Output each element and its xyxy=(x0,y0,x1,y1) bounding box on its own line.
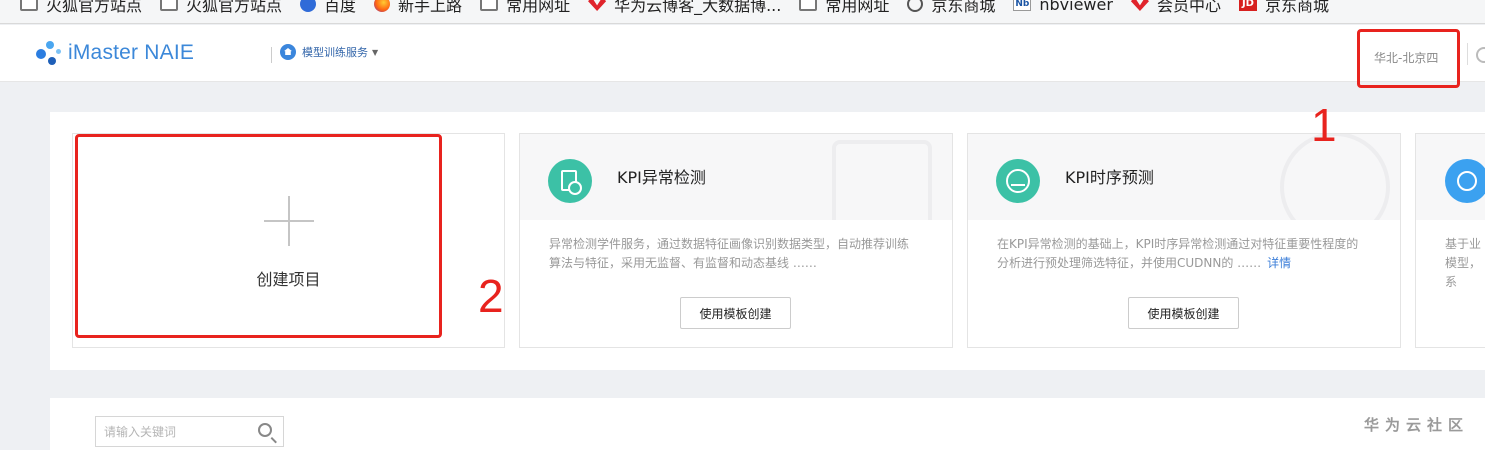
folder-icon xyxy=(160,0,179,11)
bookmark-label: 京东商城 xyxy=(931,0,996,15)
caret-down-icon: ▼ xyxy=(372,47,379,57)
document-watermark-icon xyxy=(832,140,932,220)
jd-icon: JD xyxy=(1238,0,1257,11)
template-description: 基于业 模型，系 xyxy=(1445,237,1482,289)
details-link[interactable]: 详情 xyxy=(1267,256,1291,270)
bookmark-label: 新手上路 xyxy=(398,0,463,15)
logo-text: iMaster NAIE xyxy=(68,41,195,64)
bookmark-label: 火狐官方站点 xyxy=(46,0,143,15)
bookmark-label: 常用网址 xyxy=(825,0,890,15)
settings-icon[interactable] xyxy=(1476,47,1485,63)
bookmark-item[interactable]: Nb nbviewer xyxy=(1013,0,1113,14)
bookmark-item[interactable]: 常用网址 xyxy=(480,0,570,15)
bookmark-item[interactable]: 华为云博客_大数据博... xyxy=(588,0,781,15)
bookmark-label: nbviewer xyxy=(1039,0,1113,14)
gauge-icon xyxy=(1445,159,1485,203)
search-box xyxy=(95,416,284,447)
home-icon xyxy=(280,44,296,60)
bookmark-label: 百度 xyxy=(324,0,357,15)
document-alert-icon xyxy=(548,159,592,203)
template-description: 在KPI异常检测的基础上，KPI时序异常检测通过对特征重要性程度的分析进行预处理… xyxy=(997,237,1359,270)
logo[interactable]: iMaster NAIE xyxy=(36,39,194,67)
bookmark-label: 会员中心 xyxy=(1156,0,1221,15)
logo-icon xyxy=(36,39,62,67)
use-template-button[interactable]: 使用模板创建 xyxy=(1128,297,1239,329)
nav-divider xyxy=(271,47,272,63)
globe-icon xyxy=(907,0,924,12)
template-card: KPI时序预测 在KPI异常检测的基础上，KPI时序异常检测通过对特征重要性程度… xyxy=(967,133,1401,348)
folder-icon xyxy=(799,0,818,11)
search-icon[interactable] xyxy=(258,423,272,437)
annotation-number-2: 2 xyxy=(478,270,504,322)
bookmark-label: 火狐官方站点 xyxy=(186,0,283,15)
huawei-icon xyxy=(1130,0,1149,11)
annotation-box-create-project xyxy=(75,134,442,338)
bookmarks-bar: 火狐官方站点 火狐官方站点 百度 新手上路 常用网址 华为云博客_大数据博...… xyxy=(0,0,1485,24)
folder-icon xyxy=(480,0,499,11)
baidu-icon xyxy=(300,0,317,12)
nbviewer-icon: Nb xyxy=(1013,0,1032,11)
annotation-number-1: 1 xyxy=(1311,99,1337,151)
bookmark-item[interactable]: 百度 xyxy=(300,0,356,15)
bookmark-label: 华为云博客_大数据博... xyxy=(614,0,782,15)
service-menu[interactable]: 模型训练服务 ▼ xyxy=(280,44,378,60)
bookmark-item[interactable]: 火狐官方站点 xyxy=(160,0,282,15)
community-watermark: 华为云社区 xyxy=(1364,416,1470,434)
top-nav: iMaster NAIE 模型训练服务 ▼ 华北-北京四 xyxy=(0,25,1485,82)
firefox-icon xyxy=(374,0,391,12)
bookmark-item[interactable]: 会员中心 xyxy=(1130,0,1221,15)
annotation-box-region xyxy=(1357,29,1460,88)
search-input[interactable] xyxy=(96,417,246,446)
template-title: KPI异常检测 xyxy=(617,168,706,187)
bookmark-item[interactable]: JD 京东商城 xyxy=(1238,0,1329,15)
bookmark-item[interactable]: 新手上路 xyxy=(374,0,462,15)
bookmark-item[interactable]: 京东商城 xyxy=(907,0,995,15)
template-description: 异常检测学件服务，通过数据特征画像识别数据类型，自动推荐训练算法与特征，采用无监… xyxy=(549,237,910,270)
template-card-header xyxy=(1416,134,1485,220)
template-card-header: KPI异常检测 xyxy=(520,134,952,220)
folder-icon xyxy=(20,0,38,11)
template-card: 基于业 模型，系 xyxy=(1415,133,1485,348)
pulse-icon xyxy=(996,159,1040,203)
bookmark-label: 京东商城 xyxy=(1264,0,1329,15)
nav-divider xyxy=(1467,43,1468,65)
bookmark-item[interactable]: 常用网址 xyxy=(799,0,889,15)
template-title: KPI时序预测 xyxy=(1065,168,1154,187)
bookmark-label: 常用网址 xyxy=(506,0,571,15)
bookmark-item[interactable]: 火狐官方站点 xyxy=(20,0,142,15)
use-template-button[interactable]: 使用模板创建 xyxy=(680,297,791,329)
huawei-icon xyxy=(588,0,607,11)
service-menu-label: 模型训练服务 xyxy=(302,46,368,59)
template-card: KPI异常检测 异常检测学件服务，通过数据特征画像识别数据类型，自动推荐训练算法… xyxy=(519,133,953,348)
